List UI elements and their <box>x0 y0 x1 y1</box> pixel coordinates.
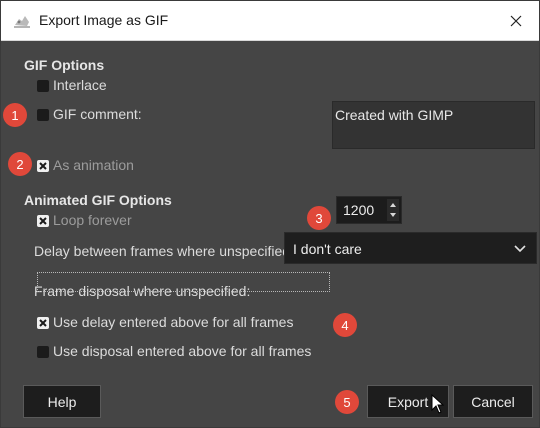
annotation-badge-2: 2 <box>8 152 32 176</box>
use-delay-all-label[interactable]: Use delay entered above for all frames <box>53 314 293 330</box>
gif-comment-checkbox[interactable] <box>37 109 49 121</box>
chevron-down-icon <box>514 245 526 253</box>
use-delay-all-checkbox[interactable] <box>37 317 49 329</box>
focus-outline <box>37 272 330 292</box>
checkmark-icon <box>39 319 47 327</box>
disposal-value: I don't care <box>293 241 362 257</box>
mouse-pointer-icon <box>431 394 445 414</box>
annotation-badge-1: 1 <box>3 103 27 127</box>
annotation-badge-5: 5 <box>335 390 359 414</box>
close-button[interactable] <box>493 1 539 40</box>
up-down-arrows-icon <box>390 203 396 217</box>
gif-comment-value: Created with GIMP <box>335 107 454 123</box>
checkmark-icon <box>39 217 47 225</box>
gif-comment-label[interactable]: GIF comment: <box>53 106 142 122</box>
interlace-label[interactable]: Interlace <box>53 77 107 93</box>
cancel-button[interactable]: Cancel <box>453 385 533 418</box>
use-disposal-all-checkbox[interactable] <box>37 346 49 358</box>
checkmark-icon <box>39 162 47 170</box>
animated-options-heading: Animated GIF Options <box>24 192 172 208</box>
delay-label: Delay between frames where unspecified: <box>34 243 294 259</box>
annotation-badge-3: 3 <box>307 206 331 230</box>
annotation-badge-4: 4 <box>333 313 357 337</box>
dialog-body: GIF Options Interlace 1 GIF comment: Cre… <box>1 41 539 427</box>
window-title: Export Image as GIF <box>39 12 169 28</box>
as-animation-checkbox[interactable] <box>37 160 49 172</box>
disposal-combobox[interactable]: I don't care <box>284 232 537 264</box>
help-button[interactable]: Help <box>23 385 101 418</box>
loop-forever-checkbox[interactable] <box>37 215 49 227</box>
loop-forever-label[interactable]: Loop forever <box>53 212 132 228</box>
use-disposal-all-label[interactable]: Use disposal entered above for all frame… <box>53 343 311 359</box>
spin-arrows[interactable] <box>387 199 399 221</box>
gif-comment-textarea[interactable]: Created with GIMP <box>332 101 535 149</box>
close-icon <box>510 15 522 26</box>
gif-options-heading: GIF Options <box>24 57 105 73</box>
title-bar: Export Image as GIF <box>1 1 539 41</box>
interlace-checkbox[interactable] <box>37 80 49 92</box>
as-animation-label[interactable]: As animation <box>53 157 134 173</box>
delay-spinbutton[interactable]: 1200 <box>336 196 402 224</box>
delay-value: 1200 <box>343 202 375 218</box>
gimp-wilber-icon <box>13 13 31 29</box>
